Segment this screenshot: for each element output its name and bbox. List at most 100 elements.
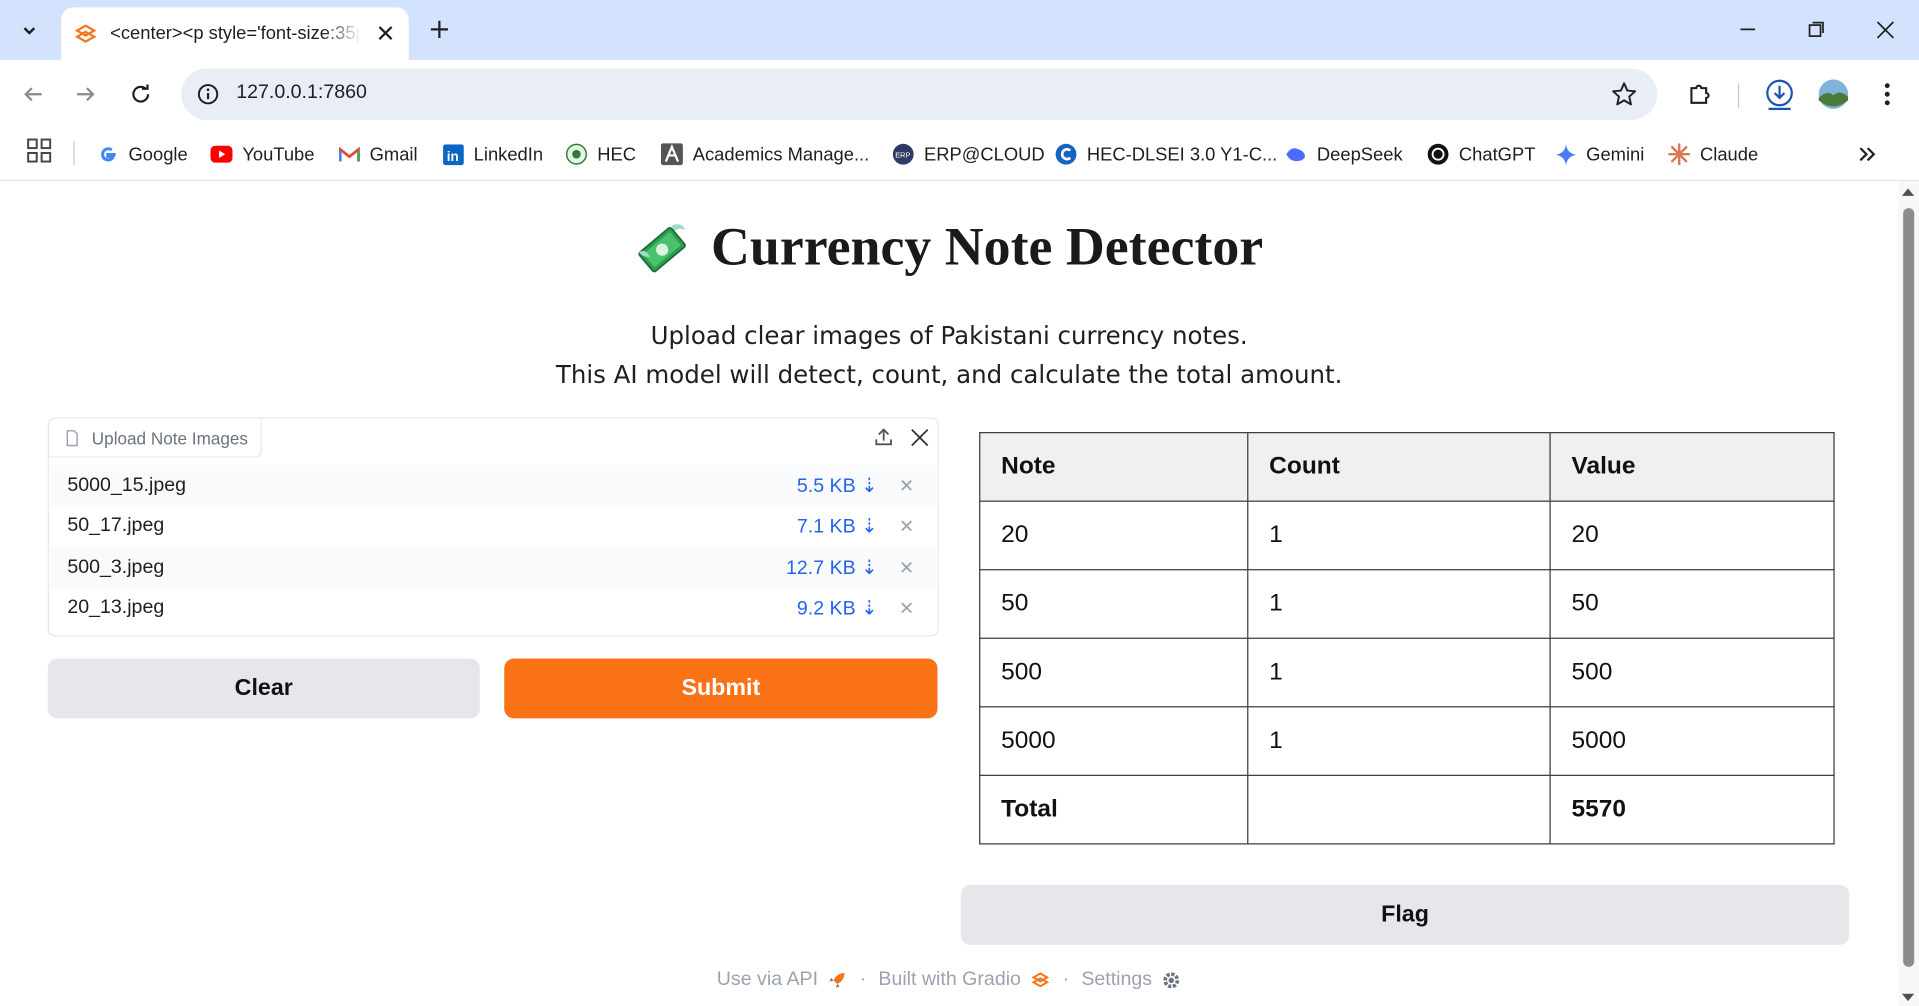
page-scrollbar[interactable] — [1898, 181, 1919, 1006]
clear-button[interactable]: Clear — [47, 658, 480, 719]
browser-menu-button[interactable] — [1868, 75, 1907, 114]
column-header-count: Count — [1247, 432, 1551, 502]
table-header-row: Note Count Value — [979, 432, 1835, 502]
file-list: 5000_15.jpeg 5.5 KB ⇣ ✕ 50_17.jpeg 7.1 K… — [50, 465, 937, 629]
upload-label: Upload Note Images — [48, 418, 262, 458]
remove-file-button[interactable]: ✕ — [899, 598, 914, 620]
footer: Use via API · Built with Gradio · Settin… — [0, 969, 1898, 991]
table-cell: 1 — [1247, 500, 1551, 571]
app-description: Upload clear images of Pakistani currenc… — [0, 316, 1898, 394]
bookmark-google[interactable]: Google — [97, 136, 188, 173]
scrollbar-thumb[interactable] — [1903, 208, 1915, 967]
settings-link[interactable]: Settings — [1081, 969, 1152, 991]
reload-button[interactable] — [121, 75, 160, 114]
description-line-1: Upload clear images of Pakistani currenc… — [650, 320, 1248, 351]
built-with-gradio-link[interactable]: Built with Gradio — [878, 969, 1021, 991]
table-cell: 500 — [979, 637, 1249, 708]
academics-icon — [660, 143, 683, 166]
bookmarks-bar: Google YouTube Gmail in LinkedIn HEC Aca… — [0, 128, 1919, 182]
bookmark-academics[interactable]: Academics Manage... — [660, 136, 869, 173]
deepseek-icon — [1285, 143, 1307, 165]
upload-more-button[interactable] — [870, 423, 897, 450]
gradio-logo-icon — [74, 23, 97, 43]
bookmark-youtube[interactable]: YouTube — [210, 136, 314, 173]
apps-grid-icon[interactable] — [27, 138, 52, 163]
table-cell: 20 — [979, 500, 1249, 571]
claude-icon — [1668, 143, 1691, 166]
table-cell: 5000 — [1549, 706, 1835, 776]
close-window-button[interactable] — [1858, 7, 1912, 51]
bookmark-deepseek[interactable]: DeepSeek — [1285, 136, 1403, 173]
close-icon — [378, 26, 393, 40]
info-icon — [197, 84, 219, 105]
file-name: 5000_15.jpeg — [67, 474, 187, 496]
toolbar-divider — [1737, 83, 1740, 108]
remove-file-button[interactable]: ✕ — [899, 475, 914, 497]
bookmark-hec[interactable]: HEC — [565, 136, 636, 173]
close-icon — [910, 428, 928, 446]
file-download-link[interactable]: 7.1 KB ⇣ — [797, 514, 878, 538]
file-icon — [66, 429, 78, 446]
bookmark-gemini[interactable]: Gemini — [1554, 136, 1644, 173]
address-bar[interactable]: 127.0.0.1:7860 — [181, 68, 1658, 120]
tab-strip: <center><p style='font-size:35px — [0, 0, 1919, 60]
money-with-wings-icon — [638, 223, 686, 272]
file-row: 500_3.jpeg 12.7 KB ⇣ ✕ — [50, 547, 937, 589]
use-via-api-link[interactable]: Use via API — [717, 969, 818, 991]
youtube-icon — [210, 143, 233, 165]
scroll-down-arrow-icon[interactable] — [1901, 993, 1915, 1002]
description-line-2: This AI model will detect, count, and ca… — [555, 359, 1343, 390]
flag-button[interactable]: Flag — [960, 884, 1850, 945]
close-icon — [1876, 20, 1894, 38]
file-name: 20_13.jpeg — [67, 597, 165, 619]
url-text: 127.0.0.1:7860 — [236, 82, 367, 103]
page-title: Currency Note Detector — [0, 215, 1898, 277]
forward-button[interactable] — [66, 75, 105, 114]
file-download-link[interactable]: 5.5 KB ⇣ — [797, 473, 878, 497]
bookmark-hec-dlsei[interactable]: HEC-DLSEI 3.0 Y1-C... — [1055, 136, 1277, 173]
back-button[interactable] — [13, 75, 52, 114]
site-info-button[interactable] — [193, 80, 222, 109]
file-download-link[interactable]: 12.7 KB ⇣ — [786, 555, 878, 579]
bookmark-linkedin[interactable]: in LinkedIn — [442, 136, 543, 173]
tab-search-button[interactable] — [10, 11, 49, 50]
chevron-down-icon — [23, 27, 36, 35]
file-name: 500_3.jpeg — [67, 556, 165, 578]
minimize-button[interactable] — [1721, 7, 1775, 51]
file-download-link[interactable]: 9.2 KB ⇣ — [797, 596, 878, 620]
table-row: 500 1 500 — [979, 637, 1835, 708]
tab-title: <center><p style='font-size:35px — [110, 23, 362, 45]
bookmark-erp-cloud[interactable]: ERP ERP@CLOUD — [892, 136, 1045, 173]
restore-button[interactable] — [1789, 7, 1843, 51]
chevron-double-right-icon[interactable] — [1855, 142, 1879, 166]
browser-tab[interactable]: <center><p style='font-size:35px — [61, 7, 409, 60]
minimize-icon — [1740, 28, 1756, 31]
bookmark-chatgpt[interactable]: ChatGPT — [1427, 136, 1535, 173]
remove-file-button[interactable]: ✕ — [899, 516, 914, 538]
new-tab-button[interactable] — [422, 12, 456, 46]
table-cell: 500 — [1549, 637, 1835, 708]
file-upload: Upload Note Images 5000_15.jpeg 5.5 KB ⇣… — [47, 417, 939, 637]
tab-close-button[interactable] — [372, 20, 399, 47]
file-name: 50_17.jpeg — [67, 515, 165, 537]
submit-button[interactable]: Submit — [504, 658, 938, 719]
scroll-up-arrow-icon[interactable] — [1901, 188, 1915, 196]
table-row: 50 1 50 — [979, 569, 1835, 639]
remove-file-button[interactable]: ✕ — [899, 557, 914, 579]
table-cell: 20 — [1549, 500, 1835, 571]
profile-avatar[interactable] — [1814, 75, 1853, 114]
table-cell: 5000 — [979, 706, 1249, 776]
bookmark-star-icon[interactable] — [1611, 81, 1638, 108]
column-header-value: Value — [1549, 432, 1835, 502]
table-row: 5000 1 5000 — [979, 706, 1835, 776]
google-icon — [97, 143, 119, 165]
more-vert-icon — [1884, 83, 1890, 106]
downloads-button[interactable] — [1760, 75, 1799, 114]
extensions-button[interactable] — [1680, 75, 1719, 114]
bookmark-gmail[interactable]: Gmail — [338, 136, 418, 173]
file-row: 50_17.jpeg 7.1 KB ⇣ ✕ — [50, 506, 936, 547]
bookmark-claude[interactable]: Claude — [1668, 136, 1758, 173]
total-label: Total — [979, 774, 1249, 845]
gradio-app: Currency Note Detector Upload clear imag… — [0, 181, 1899, 1006]
clear-files-button[interactable] — [906, 423, 933, 450]
